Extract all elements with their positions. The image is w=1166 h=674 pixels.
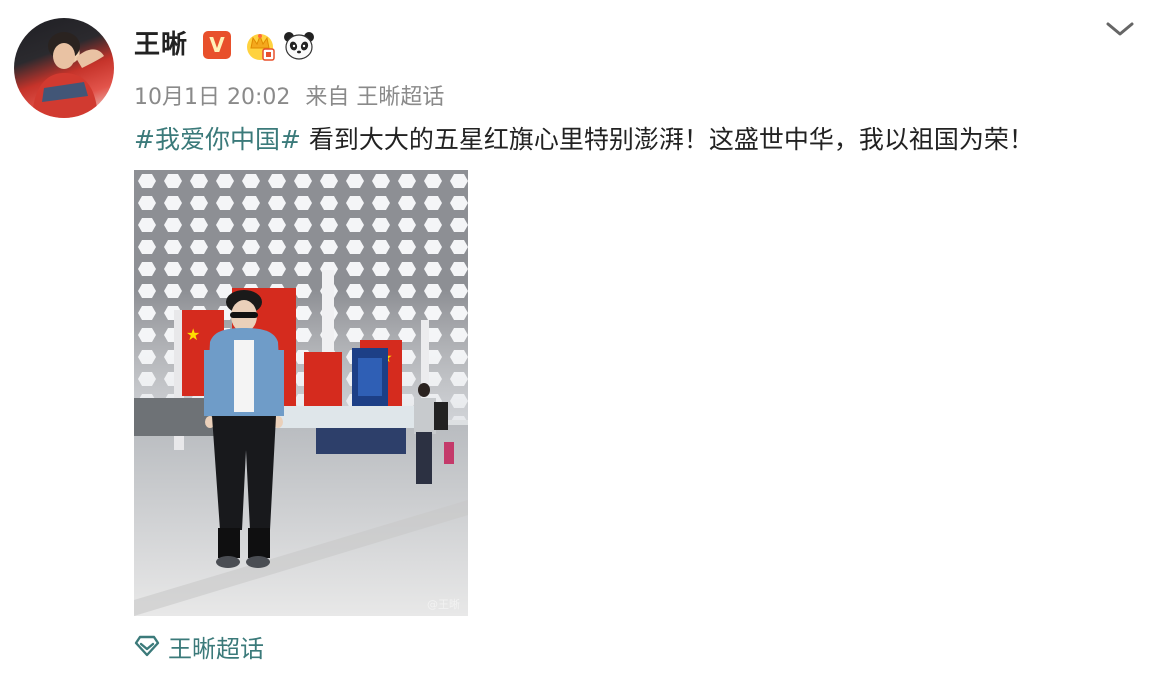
image-watermark: @王晰 bbox=[427, 598, 460, 611]
avatar[interactable] bbox=[14, 18, 114, 118]
panda-icon bbox=[284, 32, 314, 60]
user-name[interactable]: 王晰 bbox=[134, 24, 188, 61]
source-prefix: 来自 bbox=[305, 85, 350, 110]
hashtag-link[interactable]: #我爱你中国# bbox=[134, 125, 301, 154]
chevron-down-icon[interactable] bbox=[1105, 20, 1135, 38]
post-image[interactable]: ★ ★ ★ bbox=[134, 170, 468, 616]
supertopic-link[interactable]: 王晰超话 bbox=[134, 632, 264, 663]
verified-badge-icon: V bbox=[203, 31, 231, 59]
airport-photo: ★ ★ ★ bbox=[134, 170, 468, 616]
supertopic-label[interactable]: 王晰超话 bbox=[168, 629, 264, 664]
post-time[interactable]: 10月1日 20:02 bbox=[134, 85, 290, 110]
post-body: 看到大大的五星红旗心里特别澎湃！这盛世中华，我以祖国为荣！ bbox=[300, 125, 1034, 154]
weibo-post: 王晰 V 10月1日 20:02 来自 王晰超话 #我爱你中国# 看到大大的五星… bbox=[0, 0, 1166, 674]
source-link[interactable]: 王晰超话 bbox=[356, 85, 444, 110]
post-meta: 10月1日 20:02 来自 王晰超话 bbox=[134, 79, 444, 111]
svg-text:★: ★ bbox=[186, 325, 200, 344]
post-text: #我爱你中国# 看到大大的五星红旗心里特别澎湃！这盛世中华，我以祖国为荣！ bbox=[134, 120, 1034, 156]
crown-member-icon bbox=[247, 34, 275, 61]
diamond-icon bbox=[134, 635, 160, 657]
avatar-portrait bbox=[32, 32, 104, 118]
